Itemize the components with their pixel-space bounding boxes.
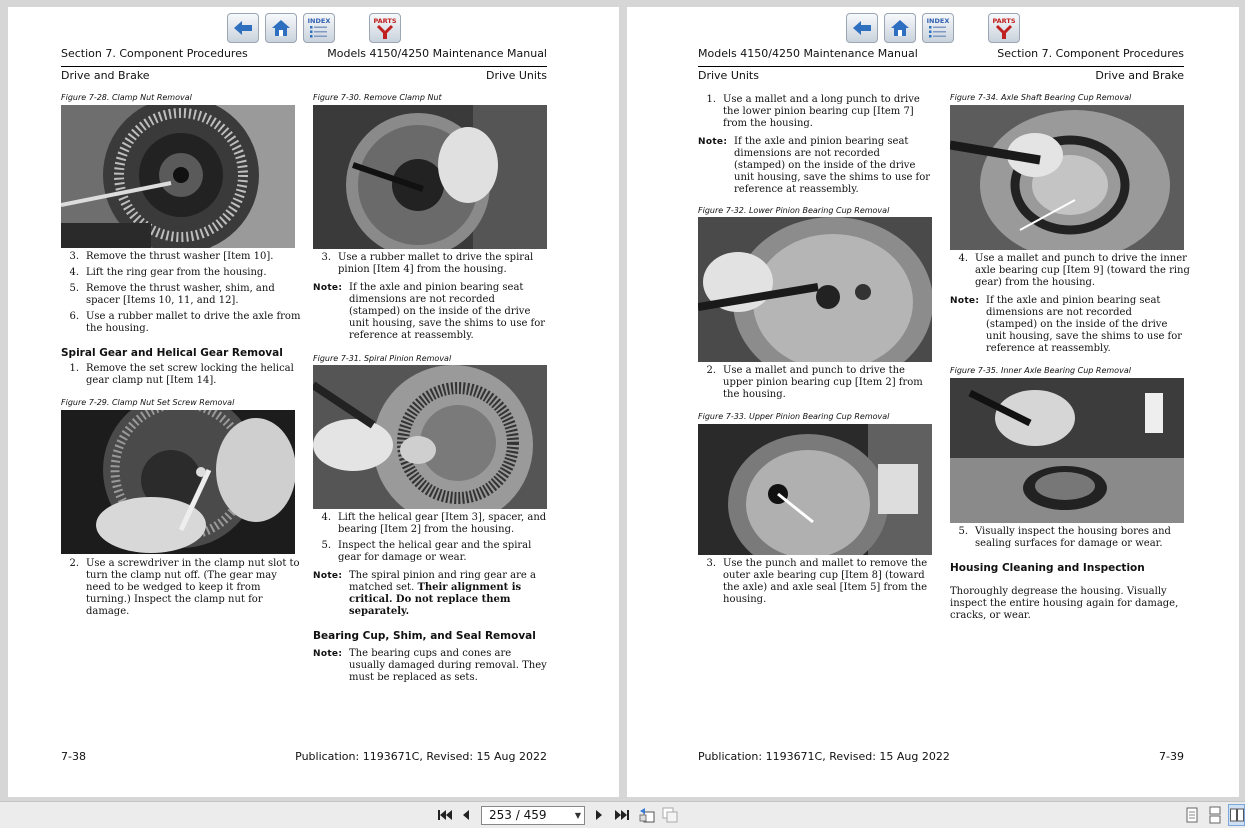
- list-item: 3. Use a rubber mallet to drive the spira…: [321, 252, 534, 275]
- subheader-right: Drive Units: [486, 69, 547, 82]
- page-number: 7-38: [61, 750, 86, 763]
- list-item: 2. Use a screwdriver in the clamp nut slo…: [69, 558, 300, 617]
- figure-caption: Figure 7-29. Clamp Nut Set Screw Removal: [61, 398, 235, 407]
- header-manual: Models 4150/4250 Maintenance Manual: [698, 47, 918, 60]
- note: Note: If the axle and pinion bearing seat…: [950, 295, 1183, 354]
- back-button[interactable]: [846, 13, 878, 43]
- home-icon: [272, 20, 290, 36]
- header-rule: [698, 66, 1184, 67]
- figure-caption: Figure 7-31. Spiral Pinion Removal: [313, 354, 452, 363]
- note: Note: If the axle and pinion bearing seat…: [313, 282, 546, 341]
- section-heading: Housing Cleaning and Inspection: [950, 562, 1145, 574]
- svg-text:INDEX: INDEX: [308, 17, 331, 25]
- list-item: 4. Use a mallet and punch to drive the in…: [958, 253, 1190, 288]
- figure-caption: Figure 7-30. Remove Clamp Nut: [313, 93, 442, 102]
- header-section: Section 7. Component Procedures: [997, 47, 1184, 60]
- back-arrow-icon: [234, 21, 252, 35]
- continuous-view-icon[interactable]: [1208, 806, 1222, 824]
- back-button[interactable]: [227, 13, 259, 43]
- inner-axle-bearing-photo: [950, 378, 1184, 523]
- index-icon: INDEX: [927, 17, 950, 38]
- nav-toolbar-left: INDEX PARTS: [227, 13, 401, 43]
- note: Note: The spiral pinion and ring gear are…: [313, 570, 536, 617]
- note: Note: The bearing cups and cones are usua…: [313, 648, 547, 683]
- index-button[interactable]: INDEX: [303, 13, 335, 43]
- go-forward-view-icon[interactable]: [662, 807, 678, 823]
- section-heading: Spiral Gear and Helical Gear Removal: [61, 347, 283, 359]
- home-button[interactable]: [265, 13, 297, 43]
- chevron-down-icon[interactable]: ▼: [575, 807, 581, 824]
- parts-icon: PARTS: [373, 17, 397, 39]
- page-number: 7-39: [1159, 750, 1184, 763]
- last-page-icon[interactable]: [614, 808, 630, 822]
- remove-clamp-nut-photo: [313, 105, 547, 249]
- two-page-view-button[interactable]: [1228, 804, 1245, 826]
- first-page-icon[interactable]: [437, 808, 453, 822]
- set-screw-removal-photo: [61, 410, 295, 554]
- figure-caption: Figure 7-35. Inner Axle Bearing Cup Remo…: [950, 366, 1131, 375]
- list-item: 3. Remove the thrust washer [Item 10].: [69, 251, 274, 262]
- axle-shaft-bearing-photo: [950, 105, 1184, 250]
- bottom-toolbar: 253 / 459 ▼: [0, 801, 1245, 828]
- parts-icon: PARTS: [992, 17, 1016, 39]
- list-item: 3. Use the punch and mallet to remove the…: [706, 558, 928, 605]
- list-item: 4. Lift the ring gear from the housing.: [69, 267, 267, 278]
- svg-text:PARTS: PARTS: [992, 17, 1015, 25]
- section-heading: Bearing Cup, Shim, and Seal Removal: [313, 630, 536, 642]
- list-item: 4. Lift the helical gear [Item 3], spacer…: [321, 512, 547, 535]
- note: Note: If the axle and pinion bearing seat…: [698, 136, 931, 195]
- list-item: 6. Use a rubber mallet to drive the axle …: [69, 311, 301, 334]
- home-button[interactable]: [884, 13, 916, 43]
- figure-caption: Figure 7-28. Clamp Nut Removal: [61, 93, 192, 102]
- go-back-view-icon[interactable]: [639, 807, 655, 823]
- single-page-view-icon[interactable]: [1186, 807, 1198, 823]
- figure-caption: Figure 7-34. Axle Shaft Bearing Cup Remo…: [950, 93, 1132, 102]
- lower-pinion-bearing-photo: [698, 217, 932, 362]
- publication-info: Publication: 1193671C, Revised: 15 Aug 2…: [295, 750, 547, 763]
- svg-text:PARTS: PARTS: [373, 17, 396, 25]
- header-section: Section 7. Component Procedures: [61, 47, 248, 60]
- spiral-pinion-removal-photo: [313, 365, 547, 509]
- subheader-left: Drive and Brake: [61, 69, 150, 82]
- upper-pinion-bearing-photo: [698, 424, 932, 555]
- svg-text:INDEX: INDEX: [927, 17, 950, 25]
- home-icon: [891, 20, 909, 36]
- figure-caption: Figure 7-33. Upper Pinion Bearing Cup Re…: [698, 412, 890, 421]
- clamp-nut-removal-photo: [61, 105, 295, 248]
- parts-button[interactable]: PARTS: [988, 13, 1020, 43]
- subheader-left: Drive Units: [698, 69, 759, 82]
- figure-caption: Figure 7-32. Lower Pinion Bearing Cup Re…: [698, 206, 890, 215]
- list-item: 2. Use a mallet and punch to drive the up…: [706, 365, 923, 400]
- previous-page-icon[interactable]: [461, 808, 471, 822]
- two-page-view-icon: [1230, 808, 1244, 822]
- list-item: 1. Use a mallet and a long punch to drive…: [706, 94, 920, 129]
- list-item: 5. Inspect the helical gear and the spira…: [321, 540, 532, 563]
- list-item: 1. Remove the set screw locking the helic…: [69, 363, 294, 386]
- header-rule: [61, 66, 547, 67]
- index-button[interactable]: INDEX: [922, 13, 954, 43]
- subheader-right: Drive and Brake: [1095, 69, 1184, 82]
- publication-info: Publication: 1193671C, Revised: 15 Aug 2…: [698, 750, 950, 763]
- back-arrow-icon: [853, 21, 871, 35]
- list-item: 5. Visually inspect the housing bores and…: [958, 526, 1171, 549]
- list-item: 5. Remove the thrust washer, shim, and sp…: [69, 283, 275, 306]
- nav-toolbar-right: INDEX PARTS: [846, 13, 1020, 43]
- page-7-39: INDEX PARTS Models 4150/4250 Maintenance…: [627, 7, 1239, 797]
- pdf-viewer: INDEX PARTS Section 7. Component Procedu…: [0, 0, 1245, 828]
- index-icon: INDEX: [308, 17, 331, 38]
- page-number-input[interactable]: 253 / 459 ▼: [481, 806, 585, 825]
- header-manual: Models 4150/4250 Maintenance Manual: [327, 47, 547, 60]
- parts-button[interactable]: PARTS: [369, 13, 401, 43]
- page-7-38: INDEX PARTS Section 7. Component Procedu…: [8, 7, 619, 797]
- paragraph: Thoroughly degrease the housing. Visuall…: [950, 586, 1179, 621]
- next-page-icon[interactable]: [594, 808, 604, 822]
